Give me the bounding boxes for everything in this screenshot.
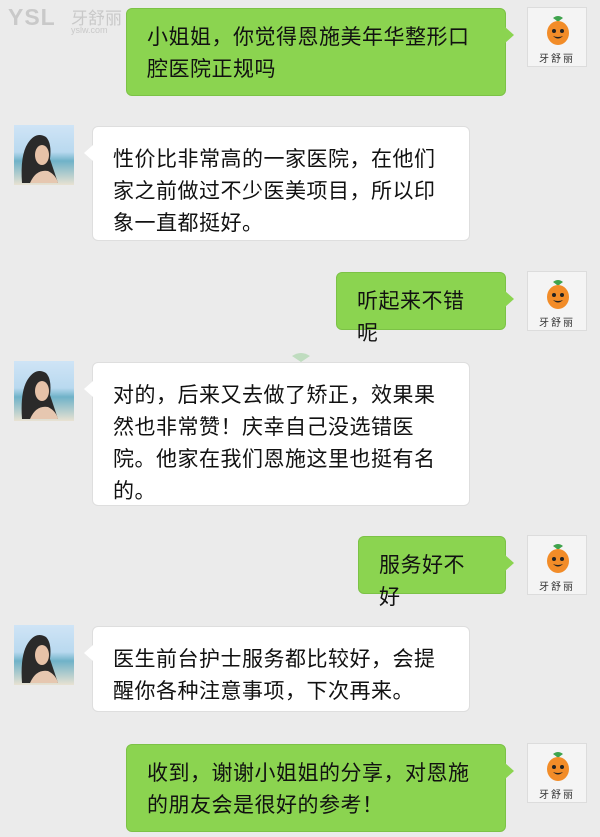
watermark-logo: YSL 牙舒丽 yslw.com (8, 4, 138, 38)
carrot-icon (547, 752, 569, 781)
woman-portrait-icon (21, 635, 59, 683)
user-avatar[interactable]: 牙舒丽 (527, 535, 587, 595)
incoming-bubble[interactable]: 性价比非常高的一家医院，在他们家之前做过不少医美项目，所以印象一直都挺好。 (84, 126, 470, 241)
outgoing-bubble[interactable]: 小姐姐，你觉得恩施美年华整形口腔医院正规吗 (126, 8, 514, 96)
message-text: 性价比非常高的一家医院，在他们家之前做过不少医美项目，所以印象一直都挺好。 (113, 147, 436, 235)
outgoing-bubble[interactable]: 听起来不错呢 (336, 272, 514, 345)
message-text: 小姐姐，你觉得恩施美年华整形口腔医院正规吗 (147, 25, 470, 81)
watermark-url: yslw.com (71, 25, 108, 35)
chat-screen: YSL 牙舒丽 yslw.com yslw.com 小姐姐，你觉得恩施美年华整形… (0, 0, 600, 837)
outgoing-bubble[interactable]: 服务好不好 (358, 536, 514, 609)
carrot-icon (547, 16, 569, 45)
incoming-bubble[interactable]: 医生前台护士服务都比较好，会提醒你各种注意事项，下次再来。 (84, 626, 470, 712)
user-avatar[interactable]: 牙舒丽 (527, 7, 587, 67)
outgoing-bubble[interactable]: 收到，谢谢小姐姐的分享，对恩施的朋友会是很好的参考！ (126, 744, 514, 832)
message-text: 对的，后来又去做了矫正，效果果然也非常赞！庆幸自己没选错医院。他家在我们恩施这里… (113, 383, 436, 503)
message-text: 听起来不错呢 (357, 289, 465, 345)
carrot-icon (547, 544, 569, 573)
message-text: 服务好不好 (379, 553, 465, 609)
friend-avatar[interactable] (14, 361, 74, 421)
message-text: 医生前台护士服务都比较好，会提醒你各种注意事项，下次再来。 (113, 647, 436, 703)
friend-avatar[interactable] (14, 125, 74, 185)
message-text: 收到，谢谢小姐姐的分享，对恩施的朋友会是很好的参考！ (147, 761, 470, 817)
user-avatar[interactable]: 牙舒丽 (527, 271, 587, 331)
friend-avatar[interactable] (14, 625, 74, 685)
incoming-bubble[interactable]: 对的，后来又去做了矫正，效果果然也非常赞！庆幸自己没选错医院。他家在我们恩施这里… (84, 362, 470, 506)
user-avatar[interactable]: 牙舒丽 (527, 743, 587, 803)
avatar-label: 牙舒丽 (539, 54, 575, 65)
avatar-label: 牙舒丽 (539, 582, 575, 593)
avatar-label: 牙舒丽 (539, 790, 575, 801)
avatar-label: 牙舒丽 (539, 318, 575, 329)
woman-portrait-icon (21, 135, 59, 183)
watermark-brand: YSL (8, 4, 56, 30)
woman-portrait-icon (21, 371, 59, 419)
carrot-icon (547, 280, 569, 309)
